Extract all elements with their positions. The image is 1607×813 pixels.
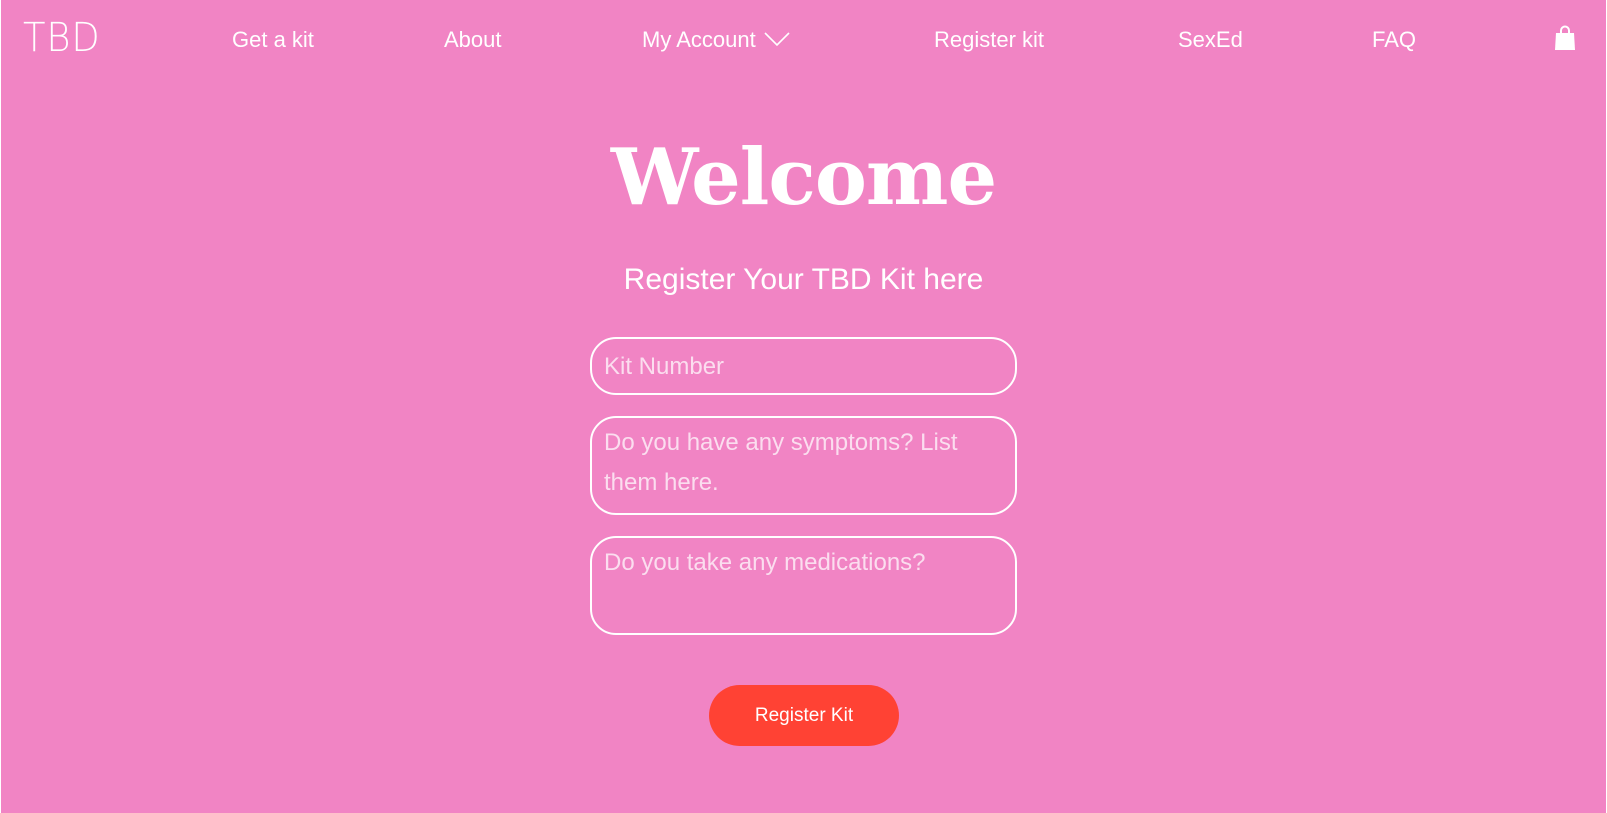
nav-about[interactable]: About xyxy=(444,27,502,53)
medications-input[interactable] xyxy=(590,536,1017,635)
nav-register-kit[interactable]: Register kit xyxy=(934,27,1044,53)
page: TBD Get a kit About My Account Register … xyxy=(1,0,1606,813)
symptoms-input[interactable] xyxy=(590,416,1017,515)
nav-get-a-kit[interactable]: Get a kit xyxy=(232,27,314,53)
nav-faq[interactable]: FAQ xyxy=(1372,27,1416,53)
site-logo[interactable]: TBD xyxy=(23,18,101,58)
kit-number-input[interactable] xyxy=(590,337,1017,395)
nav-sexed[interactable]: SexEd xyxy=(1178,27,1243,53)
chevron-down-icon xyxy=(764,32,790,47)
nav-my-account[interactable]: My Account xyxy=(642,27,790,53)
page-subtitle: Register Your TBD Kit here xyxy=(623,263,984,296)
register-kit-button[interactable]: Register Kit xyxy=(709,685,899,746)
nav-my-account-label: My Account xyxy=(642,27,756,52)
page-title: Welcome xyxy=(610,132,997,223)
shopping-bag-icon[interactable] xyxy=(1554,25,1576,51)
